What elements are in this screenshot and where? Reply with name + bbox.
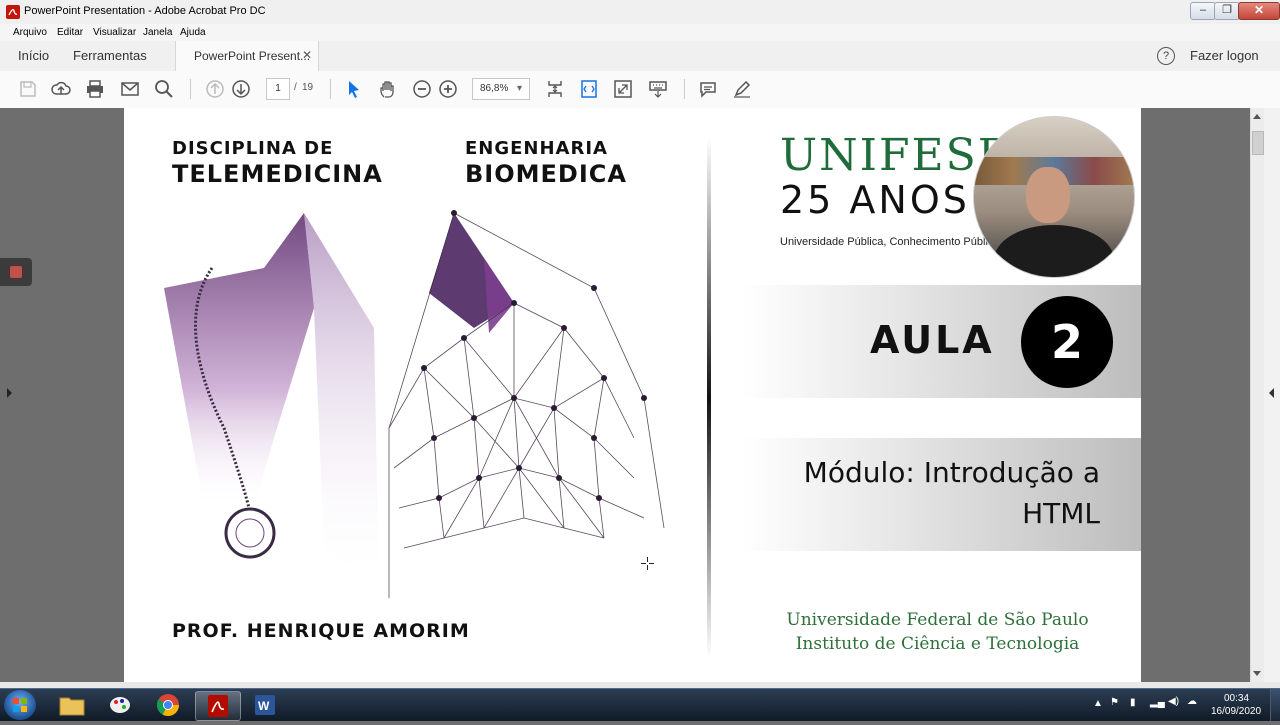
windows-taskbar: W ▲ ⚑ ▮ ▂▄ ◀) ☁ 00:34 16/09/2020 [0,688,1280,721]
record-icon [10,266,22,278]
tab-ferramentas[interactable]: Ferramentas [73,48,147,63]
signal-icon[interactable]: ▂▄ [1150,697,1165,708]
menu-editar[interactable]: Editar [57,27,83,38]
scroll-up-arrow-icon[interactable] [1253,114,1261,119]
discipline-name: TELEMEDICINA [172,160,383,188]
pdf-page: DISCIPLINA DE TELEMEDICINA ENGENHARIA BI… [124,108,1141,682]
fit-page-icon[interactable] [579,79,599,99]
cloud-icon[interactable]: ☁ [1187,696,1197,707]
title-bar: PowerPoint Presentation - Adobe Acrobat … [0,0,1280,25]
email-icon[interactable] [120,79,140,99]
sidebar-toggle[interactable] [0,258,32,286]
page-number-input[interactable]: 1 [266,78,290,100]
course-label: ENGENHARIA [465,138,608,159]
presenter-body [994,225,1114,277]
menu-janela[interactable]: Janela [143,27,172,38]
institute-name: Instituto de Ciência e Tecnologia [795,634,1080,654]
paint-taskbar-icon[interactable] [98,691,142,719]
vertical-scrollbar[interactable] [1250,108,1265,682]
search-icon[interactable] [154,79,174,99]
tray-expand-icon[interactable]: ▲ [1093,698,1103,709]
login-link[interactable]: Fazer logon [1190,48,1259,63]
crosshair-cursor-icon [641,557,654,570]
unifesp-tagline: Universidade Pública, Conhecimento Públi… [780,236,1000,248]
minimize-button[interactable]: – [1190,2,1216,20]
menu-visualizar[interactable]: Visualizar [93,27,136,38]
zoom-out-icon[interactable] [412,79,432,99]
page-total: 19 [302,82,314,93]
acrobat-taskbar-icon[interactable] [195,691,241,721]
close-button[interactable]: ✕ [1238,2,1280,20]
select-cursor-icon[interactable] [344,79,364,99]
module-band [741,438,1141,551]
next-page-icon[interactable] [231,79,251,99]
zoom-level-value: 86,8% [480,83,509,94]
full-screen-icon[interactable] [613,79,633,99]
comment-icon[interactable] [698,79,718,99]
menu-arquivo[interactable]: Arquivo [13,27,47,38]
university-name: Universidade Federal de São Paulo [786,610,1089,630]
course-name: BIOMEDICA [465,160,627,188]
discipline-label: DISCIPLINA DE [172,138,334,159]
print-icon[interactable] [85,79,105,99]
volume-icon[interactable]: ◀) [1168,696,1179,707]
page-separator: / [294,82,297,93]
left-pane-arrow-icon[interactable] [7,388,12,398]
scrollbar-thumb[interactable] [1252,131,1264,155]
hand-tool-icon[interactable] [378,79,398,99]
clock-time[interactable]: 00:34 [1224,693,1249,704]
webcam-overlay [973,116,1135,278]
toolbar-divider [330,79,331,99]
scroll-mode-icon[interactable] [545,79,565,99]
chrome-taskbar-icon[interactable] [146,691,190,719]
menu-bar: Arquivo Editar Visualizar Janela Ajuda [0,24,1280,41]
tab-inicio[interactable]: Início [18,48,49,63]
right-pane-collapsed [1264,108,1280,682]
svg-text:W: W [258,699,270,713]
window-title: PowerPoint Presentation - Adobe Acrobat … [24,5,266,17]
start-button[interactable] [4,690,36,720]
aula-label: AULA [870,318,995,362]
toolbar-divider [190,79,191,99]
aula-number-badge: 2 [1021,296,1113,388]
tab-close-icon[interactable]: ✕ [302,48,312,62]
network-icon[interactable]: ▮ [1130,697,1136,708]
module-title-line2: HTML [1022,497,1100,530]
toolbar-divider [684,79,685,99]
keyboard-icon[interactable] [648,79,668,99]
zoom-in-icon[interactable] [438,79,458,99]
module-title-line1: Módulo: Introdução a [803,456,1100,489]
lab-coat-illustration [164,208,674,608]
chevron-down-icon: ▾ [517,83,523,94]
help-icon[interactable]: ? [1157,47,1175,65]
unifesp-years-text: 25 ANOS [780,178,970,222]
zoom-level-select[interactable]: 86,8% ▾ [472,78,530,100]
presenter-face [1026,167,1070,223]
tab-document[interactable]: PowerPoint Present... ✕ [175,41,319,71]
scroll-down-arrow-icon[interactable] [1253,671,1261,676]
show-desktop-button[interactable] [1270,689,1280,721]
flag-icon[interactable]: ⚑ [1110,697,1119,708]
save-icon[interactable] [18,79,38,99]
professor-name: PROF. HENRIQUE AMORIM [172,620,470,642]
clock-date[interactable]: 16/09/2020 [1211,706,1261,717]
tab-document-label: PowerPoint Present... [194,49,311,63]
toolbar: 1 / 19 86,8% ▾ [0,71,1280,109]
acrobat-app-icon [6,5,20,19]
maximize-button[interactable]: ❐ [1214,2,1240,20]
slide-divider [707,138,711,658]
upload-cloud-icon[interactable] [51,79,71,99]
previous-page-icon[interactable] [205,79,225,99]
pen-sign-icon[interactable] [732,79,752,99]
word-taskbar-icon[interactable]: W [243,691,287,719]
file-explorer-taskbar-icon[interactable] [50,691,94,719]
right-pane-arrow-icon[interactable] [1269,388,1274,398]
menu-ajuda[interactable]: Ajuda [180,27,206,38]
